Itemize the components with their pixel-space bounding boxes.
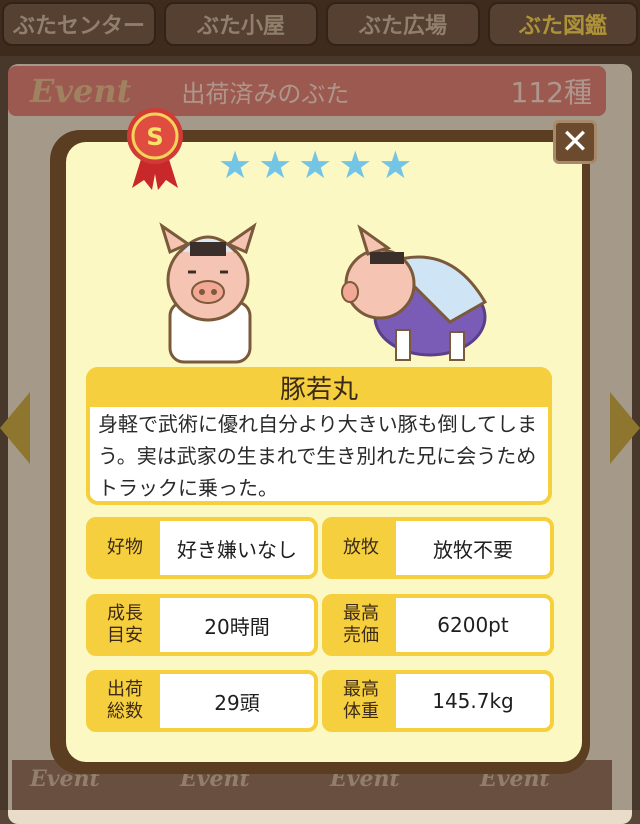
rank-letter: S <box>146 123 163 151</box>
star-rating: ★ ★ ★ ★ ★ <box>218 146 412 184</box>
stat-label: 成長 目安 <box>90 598 160 652</box>
stat-label: 好物 <box>90 521 160 575</box>
stat-value: 好き嫌いなし <box>177 537 297 562</box>
stat-max-price: 最高 売価 6200pt <box>322 594 554 656</box>
stat-favorite: 好物 好き嫌いなし <box>86 517 318 579</box>
stat-label: 放牧 <box>326 521 396 575</box>
star-icon: ★ <box>338 143 373 187</box>
stat-label: 最高 売価 <box>326 598 396 652</box>
pig-name: 豚若丸 <box>86 367 552 407</box>
star-icon: ★ <box>298 143 333 187</box>
close-icon: ✕ <box>560 122 590 162</box>
stat-label: 最高 体重 <box>326 674 396 728</box>
stat-shipped-total: 出荷 総数 29頭 <box>86 670 318 732</box>
rank-ribbon-icon: S <box>127 108 183 190</box>
stat-max-weight: 最高 体重 145.7kg <box>322 670 554 732</box>
close-button[interactable]: ✕ <box>553 120 597 164</box>
pig-illustration <box>159 222 488 364</box>
stat-value: 20時間 <box>204 614 270 639</box>
star-icon: ★ <box>218 143 253 187</box>
star-icon: ★ <box>378 143 413 187</box>
star-icon: ★ <box>258 143 293 187</box>
stat-value: 放牧不要 <box>433 537 513 562</box>
stat-growth-time: 成長 目安 20時間 <box>86 594 318 656</box>
stat-value: 29頭 <box>214 690 260 715</box>
stat-label: 出荷 総数 <box>90 674 160 728</box>
stat-value: 145.7kg <box>432 689 514 713</box>
stat-value: 6200pt <box>437 613 509 637</box>
pig-description: 身軽で武術に優れ自分より大きい豚も倒してしまう。実は武家の生まれで生き別れた兄に… <box>98 412 537 500</box>
pig-side-view <box>341 224 488 361</box>
pig-front-view <box>159 222 257 364</box>
stat-grazing: 放牧 放牧不要 <box>322 517 554 579</box>
